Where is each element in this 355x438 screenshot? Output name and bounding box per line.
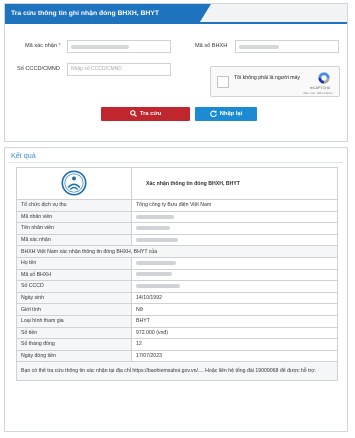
captcha-brand: reCAPTCHA	[309, 86, 331, 90]
result-header-row: Xác nhận thông tin đóng BHXH, BHYT	[16, 167, 338, 200]
table-row: Mã xác nhận	[16, 233, 338, 247]
result-panel: Kết quả Xác nhận thông tin đóng BHXH, BH…	[4, 147, 348, 432]
header-rule	[5, 22, 347, 24]
row-value: 17/07/2023	[131, 349, 338, 363]
row-value-redacted	[131, 256, 338, 270]
row-key: Mã số BHXH	[16, 268, 132, 282]
blurred-value	[136, 284, 180, 289]
row-key: Ngày đóng tiền	[16, 349, 132, 363]
statement-text: BHXH Việt Nam xác nhận thông tin đóng BH…	[16, 245, 338, 258]
blurred-value	[136, 260, 176, 265]
cccd-input[interactable]: Nhập số CCCD/CMND	[67, 63, 171, 76]
captcha-label: Tôi không phải là người máy	[234, 75, 300, 81]
table-row: Số CCCD	[16, 280, 338, 293]
recaptcha-logo-icon	[318, 72, 330, 84]
row-value: 12	[131, 338, 338, 351]
table-row: Mã nhân viên	[16, 210, 338, 224]
result-divider	[9, 162, 343, 163]
row-key: Tổ chức dịch vụ thu	[16, 199, 132, 212]
table-row: Mã số BHXH	[16, 268, 338, 282]
result-title: Kết quả	[11, 151, 36, 160]
search-icon	[129, 110, 137, 117]
row-value: BHYT	[131, 314, 338, 328]
table-row: Ngày sinh 14/10/1992	[16, 291, 338, 305]
row-key: Mã xác nhận	[16, 233, 132, 247]
blurred-value	[71, 45, 129, 49]
row-key: Mã nhân viên	[16, 210, 132, 224]
ma-xac-nhan-label: Mã xác nhận *	[25, 43, 61, 49]
table-row: Số tiền 972.000 (vnđ)	[16, 326, 338, 340]
row-key: Tên nhân viên	[16, 222, 132, 235]
row-value: Nữ	[131, 303, 338, 316]
note-row: Bạn có thể tra cứu thông tin xác nhận tạ…	[16, 361, 338, 382]
blurred-value	[136, 226, 170, 231]
table-row: Giới tính Nữ	[16, 303, 338, 316]
row-key: Số tháng đóng	[16, 338, 132, 351]
result-header-title: Xác nhận thông tin đóng BHXH, BHYT	[131, 167, 338, 200]
table-row: Số tháng đóng 12	[16, 338, 338, 351]
row-value: Tổng công ty Bưu điện Việt Nam	[131, 199, 338, 212]
row-key: Loại hình tham gia	[16, 314, 132, 328]
cccd-label: Số CCCD/CMND	[17, 66, 60, 72]
search-panel: Tra cứu thông tin ghi nhận đóng BHXH, BH…	[4, 3, 348, 142]
row-value-redacted	[131, 280, 338, 293]
captcha-terms-link[interactable]: Bảo mật - Điều khoản	[301, 91, 335, 95]
blurred-value	[136, 272, 172, 277]
recaptcha-widget: Tôi không phải là người máy reCAPTCHA Bả…	[210, 66, 340, 97]
search-panel-header: Tra cứu thông tin ghi nhận đóng BHXH, BH…	[5, 4, 347, 24]
row-key: Số CCCD	[16, 280, 132, 293]
bhxh-logo-cell	[16, 167, 132, 200]
row-key: Số tiền	[16, 326, 132, 340]
bhxh-logo-icon	[61, 169, 87, 196]
search-button-label: Tra cứu	[139, 111, 162, 117]
row-key: Họ tên	[16, 256, 132, 270]
refresh-icon	[209, 110, 217, 118]
row-key: Ngày sinh	[16, 291, 132, 305]
blurred-value	[136, 237, 178, 242]
row-value-redacted	[131, 233, 338, 247]
ma-xac-nhan-label-text: Mã xác nhận	[25, 43, 58, 49]
search-button[interactable]: Tra cứu	[101, 107, 190, 121]
statement-row: BHXH Việt Nam xác nhận thông tin đóng BH…	[16, 245, 338, 258]
ma-so-bhxh-input[interactable]	[235, 40, 339, 53]
row-value: 972.000 (vnđ)	[131, 326, 338, 340]
reset-button[interactable]: Nhập lại	[195, 107, 257, 121]
blurred-value	[239, 45, 279, 49]
row-value-redacted	[131, 222, 338, 235]
search-panel-title: Tra cứu thông tin ghi nhận đóng BHXH, BH…	[5, 4, 211, 24]
table-row: Loại hình tham gia BHYT	[16, 314, 338, 328]
required-mark: *	[58, 43, 61, 49]
result-table: Xác nhận thông tin đóng BHXH, BHYT Tổ ch…	[16, 167, 338, 382]
row-value-redacted	[131, 268, 338, 282]
captcha-checkbox[interactable]	[217, 76, 229, 88]
table-row: Tên nhân viên	[16, 222, 338, 235]
ma-so-bhxh-label: Mã số BHXH	[195, 43, 228, 49]
ma-xac-nhan-input[interactable]	[67, 40, 171, 53]
table-row: Họ tên	[16, 256, 338, 270]
blurred-value	[136, 214, 174, 219]
row-value: 14/10/1992	[131, 291, 338, 305]
note-text: Bạn có thể tra cứu thông tin xác nhận tạ…	[16, 361, 338, 382]
table-row: Ngày đóng tiền 17/07/2023	[16, 349, 338, 363]
reset-button-label: Nhập lại	[219, 111, 243, 117]
table-row: Tổ chức dịch vụ thu Tổng công ty Bưu điệ…	[16, 199, 338, 212]
row-key: Giới tính	[16, 303, 132, 316]
row-value-redacted	[131, 210, 338, 224]
